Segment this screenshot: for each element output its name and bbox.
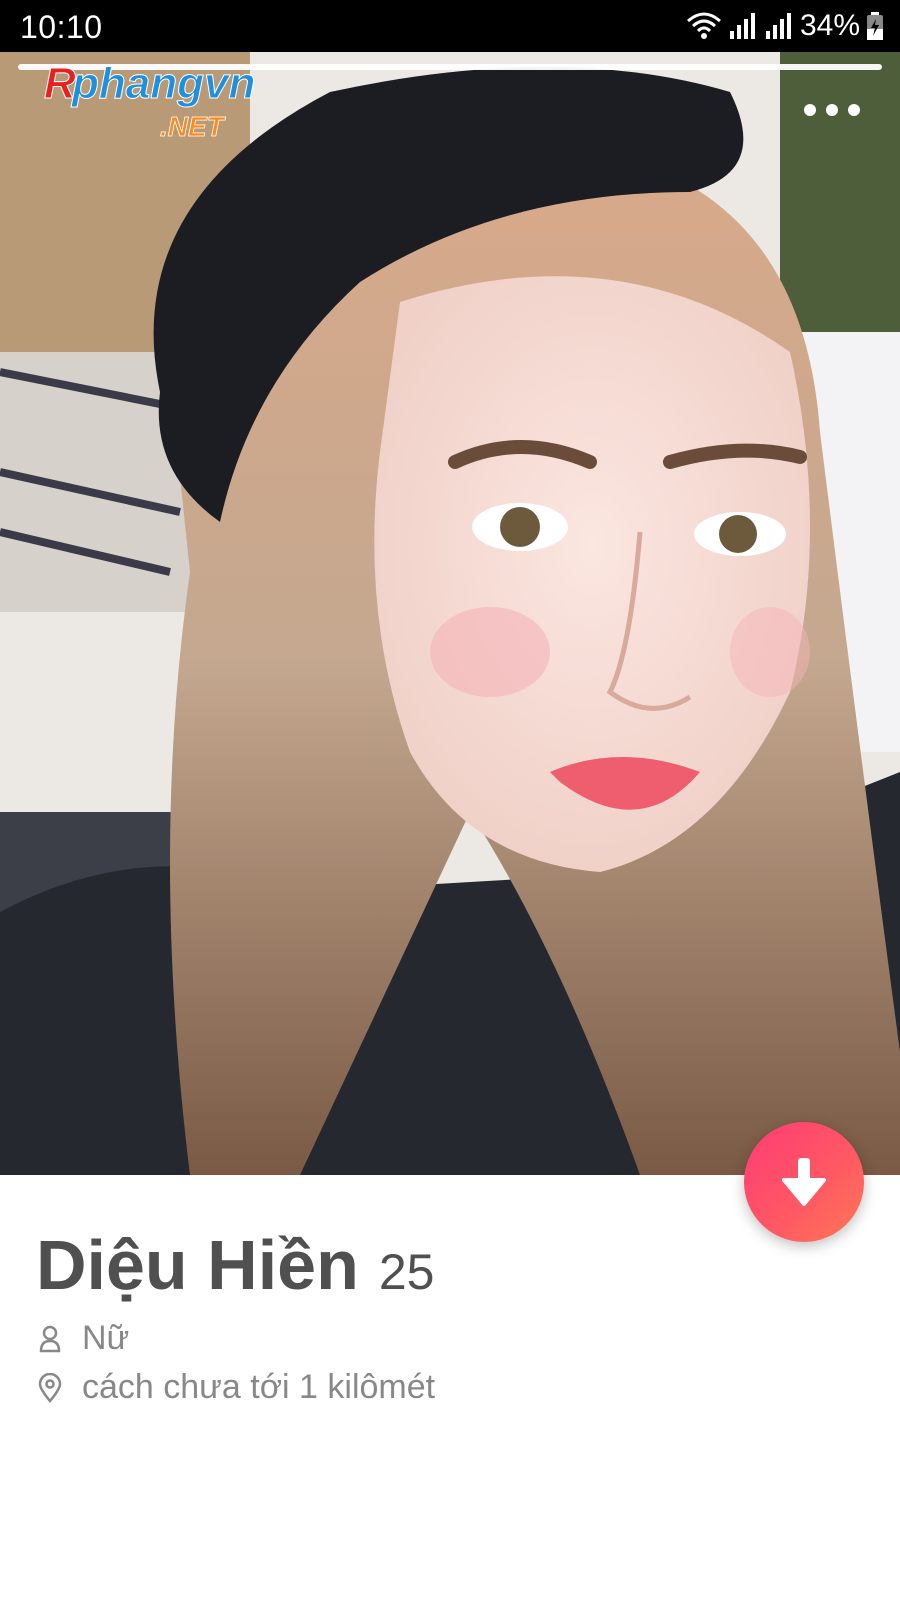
more-dots-icon — [804, 104, 816, 116]
profile-gender: Nữ — [82, 1319, 130, 1357]
signal-icon — [729, 13, 755, 39]
arrow-down-icon — [782, 1158, 826, 1206]
expand-profile-button[interactable] — [744, 1122, 864, 1242]
name-age-row: Diệu Hiền 25 — [36, 1225, 435, 1305]
signal-icon-2 — [765, 13, 791, 39]
profile-distance: cách chưa tới 1 kilômét — [82, 1368, 436, 1406]
status-indicators: 34% — [686, 9, 884, 43]
photo-image — [0, 52, 900, 1175]
more-options-button[interactable] — [804, 104, 860, 116]
gender-row: Nữ — [36, 1319, 435, 1358]
profile-age: 25 — [378, 1244, 435, 1300]
battery-icon — [867, 12, 883, 40]
distance-row: cách chưa tới 1 kilômét — [36, 1368, 435, 1407]
status-time: 10:10 — [20, 9, 103, 45]
location-pin-icon — [36, 1372, 64, 1403]
status-bar: 10:10 34% — [0, 0, 900, 52]
profile-name: Diệu Hiền — [36, 1226, 359, 1304]
profile-info: Diệu Hiền 25 Nữ cách chưa tới 1 kilômét — [36, 1225, 435, 1407]
person-icon — [36, 1324, 64, 1354]
watermark-logo: R phangvn .NET — [44, 59, 256, 143]
battery-percent: 34% — [799, 9, 860, 42]
svg-text:.NET: .NET — [160, 111, 227, 142]
profile-photo[interactable]: R phangvn .NET — [0, 52, 900, 1175]
svg-text:phangvn: phangvn — [71, 59, 255, 108]
wifi-icon — [686, 12, 721, 39]
